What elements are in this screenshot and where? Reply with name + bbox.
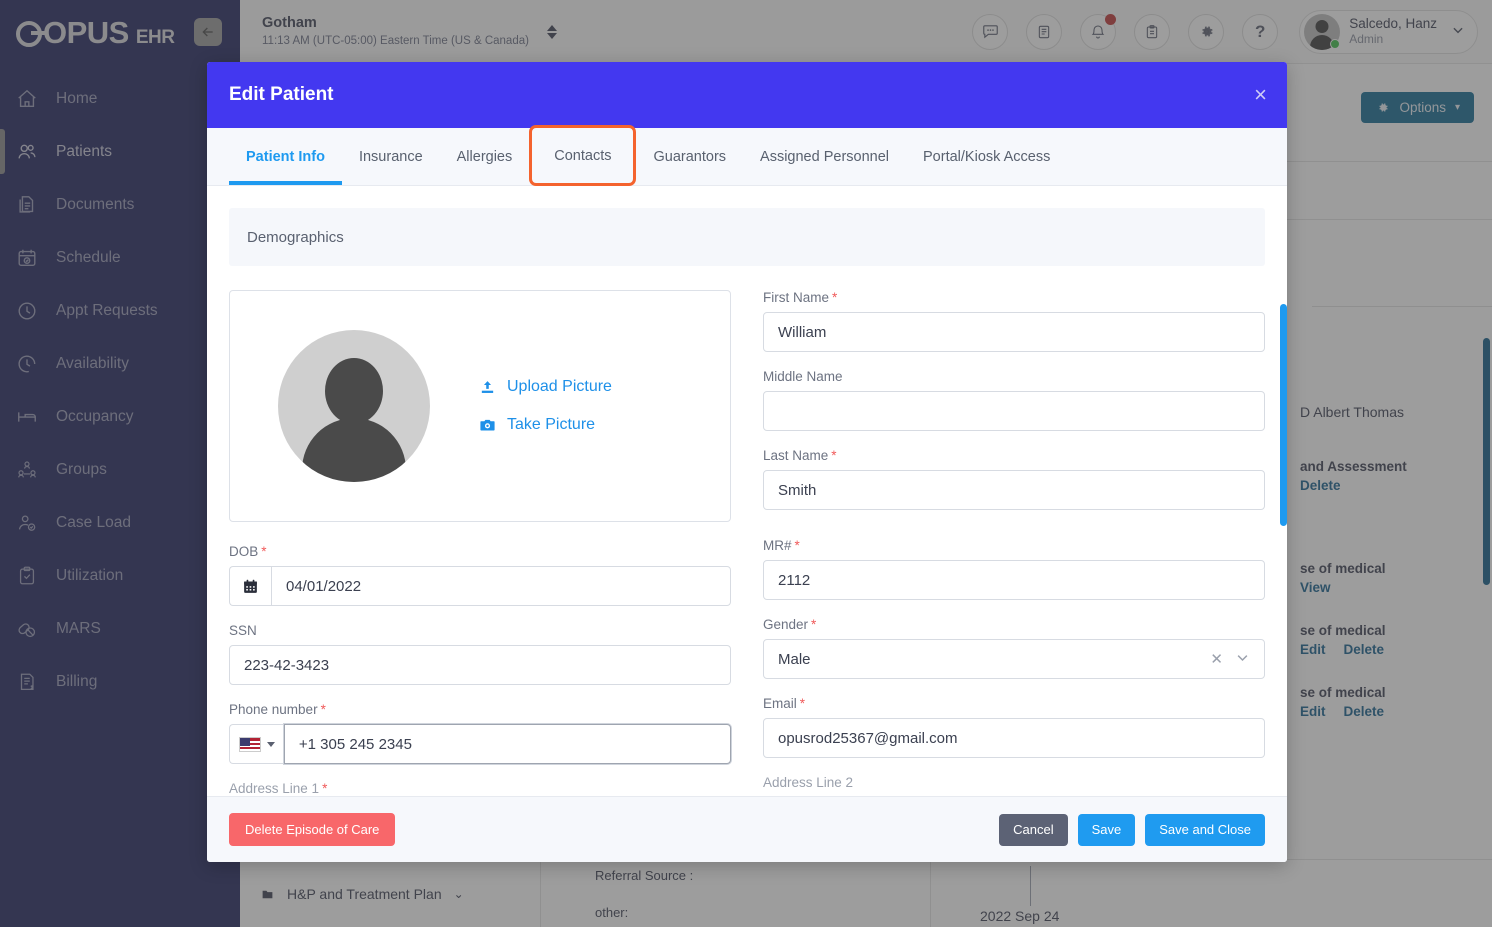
phone-label: Phone number *: [229, 702, 326, 717]
patient-photo-placeholder: [278, 330, 430, 482]
tab-label: Assigned Personnel: [760, 148, 890, 165]
middle-name-field: Middle Name: [763, 369, 1265, 431]
tab-contacts[interactable]: Contacts: [529, 125, 637, 186]
patient-photo-card: Upload Picture Take Picture: [229, 290, 731, 522]
calendar-icon[interactable]: [229, 566, 271, 606]
first-name-label: First Name *: [763, 290, 838, 305]
modal-footer: Delete Episode of Care Cancel Save Save …: [207, 796, 1287, 862]
last-name-field: Last Name * Smith: [763, 448, 1265, 510]
camera-icon: [478, 416, 496, 434]
ssn-field: SSN 223-42-3423: [229, 623, 731, 685]
upload-icon: [478, 378, 496, 396]
take-picture-button[interactable]: Take Picture: [478, 416, 612, 434]
ssn-label: SSN: [229, 623, 257, 638]
address-line-1-label: Address Line 1 *: [229, 781, 328, 796]
tab-label: Allergies: [456, 148, 513, 165]
mrn-input[interactable]: 2112: [763, 560, 1265, 600]
email-input[interactable]: opusrod25367@gmail.com: [763, 718, 1265, 758]
dob-field: DOB * 04/01/2022: [229, 544, 731, 606]
calendar-glyph: [244, 579, 257, 593]
dob-input[interactable]: 04/01/2022: [271, 566, 731, 606]
cancel-button[interactable]: Cancel: [999, 813, 1068, 846]
ssn-input[interactable]: 223-42-3423: [229, 645, 731, 685]
mrn-field: MR# * 2112: [763, 538, 1265, 600]
close-icon[interactable]: ×: [1254, 84, 1267, 106]
gender-selected-value: Male: [778, 650, 811, 668]
save-button[interactable]: Save: [1077, 813, 1136, 846]
clear-icon[interactable]: ✕: [1210, 650, 1223, 668]
middle-name-label: Middle Name: [763, 369, 843, 384]
country-code-selector[interactable]: [229, 724, 284, 764]
us-flag-icon: [238, 736, 261, 752]
demographics-section-header: Demographics: [229, 208, 1265, 266]
save-and-close-button[interactable]: Save and Close: [1145, 813, 1265, 846]
tab-assigned-personnel[interactable]: Assigned Personnel: [743, 128, 906, 185]
take-picture-label: Take Picture: [507, 416, 596, 433]
tab-label: Patient Info: [246, 148, 325, 165]
last-name-input[interactable]: Smith: [763, 470, 1265, 510]
first-name-input[interactable]: William: [763, 312, 1265, 352]
tab-patient-info[interactable]: Patient Info: [229, 128, 342, 185]
gender-label: Gender *: [763, 617, 817, 632]
phone-field: Phone number * +1 305 245 2345: [229, 702, 731, 764]
middle-name-input[interactable]: [763, 391, 1265, 431]
tab-insurance[interactable]: Insurance: [342, 128, 440, 185]
edit-patient-modal: Edit Patient × Patient Info Insurance Al…: [207, 62, 1287, 862]
modal-title: Edit Patient: [229, 84, 334, 105]
modal-tabs: Patient Info Insurance Allergies Contact…: [207, 125, 1287, 186]
gender-select[interactable]: Male ✕: [763, 639, 1265, 679]
tab-guarantors[interactable]: Guarantors: [636, 128, 743, 185]
modal-scrollbar[interactable]: [1280, 304, 1287, 526]
modal-header: Edit Patient ×: [207, 62, 1287, 128]
chevron-down-icon[interactable]: [1235, 650, 1250, 669]
modal-body: Demographics Upload Picture Take Picture…: [207, 186, 1287, 796]
gender-field: Gender * Male ✕: [763, 617, 1265, 679]
left-column: Upload Picture Take Picture DOB * 04/01/…: [229, 290, 731, 796]
phone-input[interactable]: +1 305 245 2345: [283, 724, 731, 764]
email-label: Email *: [763, 696, 806, 711]
chevron-down-icon: [266, 741, 275, 747]
right-column: First Name * William Middle Name Last Nam…: [763, 290, 1265, 796]
upload-picture-label: Upload Picture: [507, 378, 612, 395]
dob-label: DOB *: [229, 544, 267, 559]
tab-portal-kiosk-access[interactable]: Portal/Kiosk Access: [906, 128, 1067, 185]
mrn-label: MR# *: [763, 538, 800, 553]
tab-label: Guarantors: [653, 148, 727, 165]
tab-label: Contacts: [554, 147, 612, 164]
delete-episode-of-care-button[interactable]: Delete Episode of Care: [229, 813, 396, 846]
first-name-field: First Name * William: [763, 290, 1265, 352]
last-name-label: Last Name *: [763, 448, 837, 463]
upload-picture-button[interactable]: Upload Picture: [478, 378, 612, 396]
tab-allergies[interactable]: Allergies: [440, 128, 530, 185]
address-line-2-label: Address Line 2: [763, 775, 854, 790]
email-field: Email * opusrod25367@gmail.com: [763, 696, 1265, 758]
tab-label: Portal/Kiosk Access: [923, 148, 1051, 165]
tab-label: Insurance: [358, 148, 423, 165]
